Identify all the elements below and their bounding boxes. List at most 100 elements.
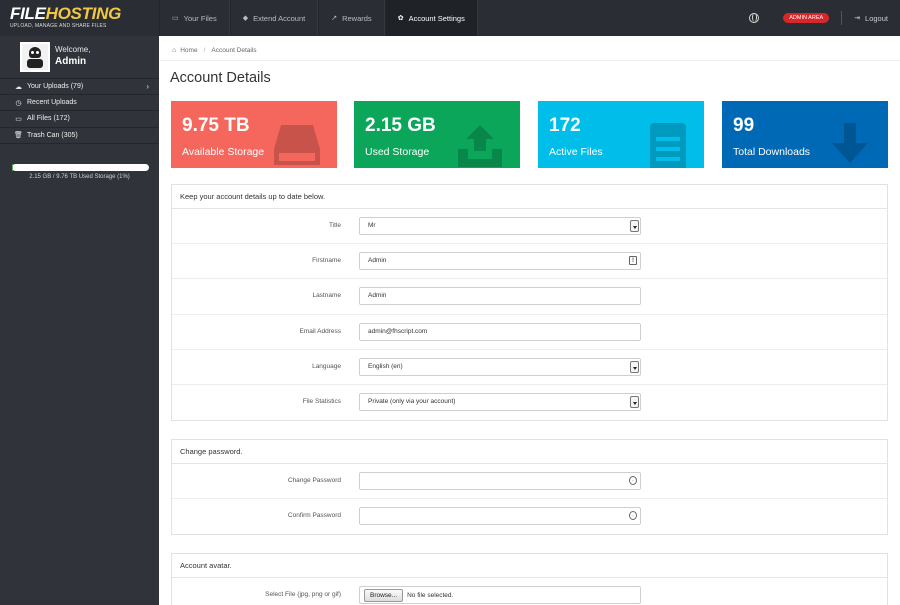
file-statistics-select[interactable]: Private (only via your account) (359, 392, 641, 411)
form-row-language: Language English (en) (172, 350, 887, 385)
robot-body (27, 59, 43, 68)
nav-label: Extend Account (253, 13, 306, 23)
field-label: Firstname (312, 257, 341, 265)
chart-icon: ↗ (331, 15, 338, 22)
stat-total-downloads: 99 Total Downloads (722, 101, 888, 168)
language-select[interactable]: English (en) (359, 357, 641, 376)
email-input[interactable]: admin@fhscript.com (359, 322, 641, 341)
nav-label: Your Files (183, 13, 217, 23)
logout-icon: ⇥ (854, 15, 861, 22)
storage-progress-fill (12, 164, 14, 171)
nav-label: Account Settings (408, 13, 465, 23)
top-right: ADMIN AREA ⇥ Logout (749, 0, 888, 36)
chevron-down-icon (630, 395, 639, 408)
title-select[interactable]: Mr (359, 217, 641, 235)
breadcrumb-home[interactable]: Home (180, 47, 197, 54)
trash-icon: 🗑 (14, 132, 23, 140)
cloud-upload-icon: ☁ (15, 83, 22, 91)
account-avatar-panel: Account avatar. Select File (jpg, png or… (171, 553, 888, 605)
autofill-icon[interactable]: ! (629, 256, 637, 266)
form-row-lastname: Lastname Admin (172, 279, 887, 315)
confirm-password-input[interactable]: · (359, 507, 641, 526)
input-value: Admin (368, 257, 387, 265)
divider (160, 60, 900, 61)
form-row-confirm-password: Confirm Password · (172, 499, 887, 534)
chevron-right-icon: › (146, 82, 149, 91)
avatar-file-input[interactable]: Browse... No file selected. (359, 586, 641, 604)
admin-area-badge[interactable]: ADMIN AREA (783, 13, 830, 23)
nav-extend-account[interactable]: ◆ Extend Account (229, 0, 319, 36)
divider (841, 11, 843, 25)
panel-heading: Change password. (172, 440, 887, 464)
change-password-input[interactable]: · (359, 472, 641, 490)
logout-link[interactable]: ⇥ Logout (854, 14, 888, 23)
panel-heading: Account avatar. (172, 554, 887, 578)
nav-your-files[interactable]: ▭ Your Files (159, 0, 230, 36)
home-icon[interactable]: ⌂ (172, 47, 176, 54)
stat-value: 2.15 GB (365, 115, 436, 136)
globe-icon[interactable] (749, 13, 760, 23)
form-row-file-statistics: File Statistics Private (only via your a… (172, 385, 887, 420)
sidebar-item-your-uploads[interactable]: ☁ Your Uploads (79) › (0, 79, 159, 96)
top-bar: FILEHOSTING UPLOAD, MANAGE AND SHARE FIL… (0, 0, 900, 36)
file-icon (650, 123, 686, 168)
robot-icon (29, 47, 41, 58)
input-value: admin@fhscript.com (368, 327, 428, 335)
nav-label: Rewards (342, 13, 372, 23)
key-icon[interactable]: · (629, 511, 637, 521)
lastname-input[interactable]: Admin (359, 287, 641, 306)
sidebar: Welcome, Admin ☁ Your Uploads (79) › ◷ R… (0, 36, 159, 605)
form-row-change-password: Change Password · (172, 464, 887, 500)
logo-text-a: FILE (10, 4, 46, 23)
stat-used-storage: 2.15 GB Used Storage (354, 101, 520, 168)
stat-label: Used Storage (365, 146, 430, 158)
stat-label: Active Files (549, 146, 603, 158)
input-value: Admin (368, 292, 387, 300)
logout-label: Logout (865, 13, 888, 23)
gear-icon: ✿ (397, 15, 404, 22)
logo-text-b: HOSTING (45, 4, 122, 23)
logo[interactable]: FILEHOSTING UPLOAD, MANAGE AND SHARE FIL… (10, 4, 160, 30)
nav-rewards[interactable]: ↗ Rewards (318, 0, 385, 36)
clock-icon: ◷ (15, 99, 22, 107)
sidebar-item-label: Your Uploads (79) (27, 83, 84, 91)
stat-available-storage: 9.75 TB Available Storage (171, 101, 337, 168)
logo-tagline: UPLOAD, MANAGE AND SHARE FILES (10, 23, 107, 29)
change-password-panel: Change password. Change Password · Confi… (171, 439, 888, 536)
form-row-firstname: Firstname Admin! (172, 244, 887, 280)
key-icon[interactable]: · (629, 476, 637, 485)
chevron-down-icon (630, 220, 639, 232)
field-label: Language (312, 362, 341, 370)
breadcrumb: ⌂ Home / Account Details (172, 47, 257, 54)
storage-progress-bar (12, 164, 149, 171)
sidebar-item-recent-uploads[interactable]: ◷ Recent Uploads (0, 95, 159, 112)
browse-button[interactable]: Browse... (364, 588, 404, 602)
chevron-down-icon (630, 360, 639, 373)
panel-heading: Keep your account details up to date bel… (172, 185, 887, 209)
firstname-input[interactable]: Admin! (359, 252, 641, 271)
stat-active-files: 172 Active Files (538, 101, 704, 168)
select-value: Private (only via your account) (368, 397, 456, 405)
no-file-text: No file selected. (407, 591, 454, 599)
field-label: Change Password (287, 477, 341, 484)
field-label: Email Address (299, 327, 341, 335)
avatar[interactable] (20, 42, 50, 72)
account-details-panel: Keep your account details up to date bel… (171, 184, 888, 422)
stat-label: Available Storage (182, 146, 265, 158)
select-value: Mr (368, 222, 376, 229)
stat-value: 9.75 TB (182, 115, 250, 136)
form-row-title: Title Mr (172, 209, 887, 245)
sidebar-item-trash-can[interactable]: 🗑 Trash Can (305) (0, 128, 159, 144)
storage-usage-text: 2.15 GB / 9.76 TB Used Storage (1%) (29, 174, 130, 180)
breadcrumb-separator: / (203, 47, 206, 54)
upload-icon (458, 125, 502, 167)
drive-icon (274, 125, 320, 165)
sidebar-item-label: Trash Can (305) (27, 131, 78, 139)
nav-account-settings[interactable]: ✿ Account Settings (384, 0, 478, 36)
field-label: Confirm Password (287, 512, 341, 520)
download-icon (832, 123, 868, 163)
tag-icon: ◆ (242, 15, 249, 22)
sidebar-item-all-files[interactable]: ▭ All Files (172) (0, 111, 159, 128)
username: Admin (55, 56, 87, 67)
field-label: Lastname (312, 292, 341, 300)
